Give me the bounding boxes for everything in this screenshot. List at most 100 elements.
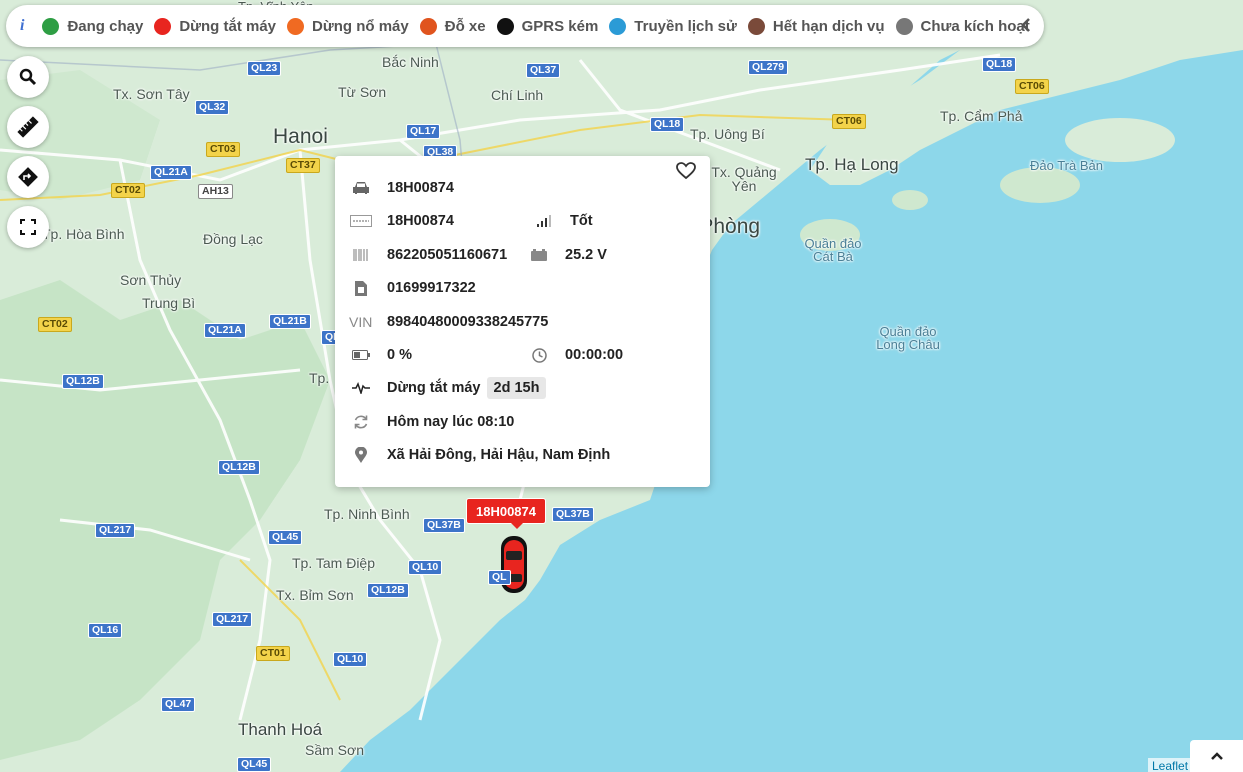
road-shield: CT03 — [206, 142, 240, 157]
place-label: Từ Sơn — [338, 84, 387, 100]
updated-row: Hôm nay lúc 08:10 — [349, 414, 514, 430]
legend-status-dot — [895, 17, 913, 35]
legend-status-dot — [609, 17, 627, 35]
legend-item[interactable]: Dừng nổ máy — [287, 17, 409, 35]
status-row: Dừng tắt máy 2d 15h — [349, 377, 547, 399]
road-shield: QL10 — [333, 652, 368, 667]
battery-icon — [349, 350, 373, 360]
directions-icon — [18, 167, 38, 187]
status-legend: i Đang chạy Dừng tắt máy Dừng nổ máy Đỗ xe G… — [6, 5, 1044, 47]
place-label: Đảo Trà Bản — [1030, 158, 1103, 173]
place-label: Quần đảo Cát Bà — [804, 236, 862, 264]
road-shield: QL12B — [62, 374, 104, 389]
attribution-link[interactable]: Leaflet — [1148, 758, 1193, 772]
road-shield: QL12B — [218, 460, 260, 475]
place-label: Tp. Tam Điệp — [292, 555, 375, 571]
road-shield: QL279 — [748, 60, 789, 75]
address-row: Xã Hải Đông, Hải Hậu, Nam Định — [349, 447, 610, 463]
place-label: Tx. Sơn Tây — [113, 86, 190, 102]
place-label: Tx. Bỉm Sơn — [276, 587, 354, 603]
updated-value: Hôm nay lúc 08:10 — [387, 414, 515, 430]
scroll-top-button[interactable] — [1190, 740, 1243, 772]
place-label: Chí Linh — [491, 87, 544, 103]
place-label: Hanoi — [273, 125, 328, 148]
voltage-value: 25.2 V — [565, 247, 607, 263]
road-shield: CT06 — [1015, 79, 1049, 94]
vehicle-info-popup: 18H00874 18H00874 Tốt 862205051160671 25… — [335, 156, 710, 487]
legend-label: Dừng nổ máy — [312, 17, 409, 35]
vin-row: VIN 89840480009338245775 — [349, 314, 548, 330]
legend-item[interactable]: GPRS kém — [496, 17, 599, 35]
road-shield: QL47 — [161, 697, 196, 712]
legend-status-dot — [747, 17, 765, 35]
legend-item[interactable]: Chưa kích hoạt — [895, 17, 1030, 35]
legend-item[interactable]: Đỗ xe — [419, 17, 486, 35]
road-shield: QL21A — [150, 165, 192, 180]
road-shield: QL — [488, 570, 511, 585]
legend-item[interactable]: Truyền lịch sử — [609, 17, 737, 35]
legend-label: Dừng tắt máy — [179, 17, 277, 35]
road-shield: QL37B — [552, 507, 594, 522]
legend-label: Chưa kích hoạt — [920, 17, 1030, 35]
road-shield: QL17 — [406, 124, 441, 139]
place-label: Đồng Lạc — [203, 231, 263, 247]
battery-value: 0 % — [387, 347, 412, 363]
legend-status-dot — [42, 17, 60, 35]
fullscreen-icon — [20, 219, 36, 235]
legend-status-dot — [287, 17, 305, 35]
chevron-left-icon[interactable] — [1020, 17, 1032, 38]
info-icon[interactable]: i — [20, 17, 24, 35]
road-shield: CT02 — [111, 183, 145, 198]
refresh-icon — [349, 414, 373, 430]
place-label: Tp. — [309, 370, 330, 386]
legend-status-dot — [154, 17, 172, 35]
road-shield: QL21B — [269, 314, 311, 329]
place-label: Tp. Hòa Bình — [42, 226, 125, 242]
road-shield: QL16 — [88, 623, 123, 638]
place-label: Tp. Ninh Bình — [324, 506, 410, 522]
legend-status-dot — [419, 17, 437, 35]
road-shield: QL37 — [526, 63, 561, 78]
legend-item[interactable]: Hết hạn dịch vụ — [747, 17, 885, 35]
signal-icon — [532, 215, 556, 227]
search-icon — [19, 68, 37, 86]
place-label: Sơn Thủy — [120, 272, 182, 288]
road-shield: QL18 — [650, 117, 685, 132]
directions-button[interactable] — [7, 156, 49, 198]
legend-item[interactable]: Đang chạy — [42, 17, 143, 35]
sim-value: 01699917322 — [387, 280, 476, 296]
road-shield: QL18 — [982, 57, 1017, 72]
ruler-icon — [17, 116, 39, 138]
clock-icon — [527, 347, 551, 363]
car-battery-icon — [527, 249, 551, 261]
imei-row: 862205051160671 25.2 V — [349, 247, 607, 263]
legend-label: GPRS kém — [521, 17, 599, 35]
measure-button[interactable] — [7, 106, 49, 148]
status-value: Dừng tắt máy — [387, 380, 481, 396]
sim-card-icon — [349, 280, 373, 296]
vehicle-name-row: 18H00874 — [349, 180, 454, 196]
vehicle-plate: 18H00874 — [387, 180, 454, 196]
legend-label: Đỗ xe — [444, 17, 486, 35]
imei-value: 862205051160671 — [387, 247, 508, 263]
address-value: Xã Hải Đông, Hải Hậu, Nam Định — [387, 447, 611, 463]
road-shield: QL21A — [204, 323, 246, 338]
favorite-heart-icon[interactable] — [676, 162, 696, 185]
sim-row: 01699917322 — [349, 280, 476, 296]
battery-row: 0 % 00:00:00 — [349, 347, 623, 363]
road-shield: QL45 — [268, 530, 303, 545]
road-shield: CT02 — [38, 317, 72, 332]
legend-item[interactable]: Dừng tắt máy — [154, 17, 277, 35]
road-shield: CT37 — [286, 158, 320, 173]
search-button[interactable] — [7, 56, 49, 98]
car-icon — [349, 181, 373, 195]
road-shield: QL12B — [367, 583, 409, 598]
place-label: Quần đảo Long Châu — [876, 324, 940, 352]
activity-icon — [349, 382, 373, 394]
legend-label: Hết hạn dịch vụ — [772, 17, 885, 35]
vehicle-label[interactable]: 18H00874 — [466, 498, 546, 529]
road-shield: AH13 — [198, 184, 233, 199]
fullscreen-button[interactable] — [7, 206, 49, 248]
place-label: Sầm Sơn — [305, 742, 364, 758]
road-shield: QL217 — [95, 523, 136, 538]
